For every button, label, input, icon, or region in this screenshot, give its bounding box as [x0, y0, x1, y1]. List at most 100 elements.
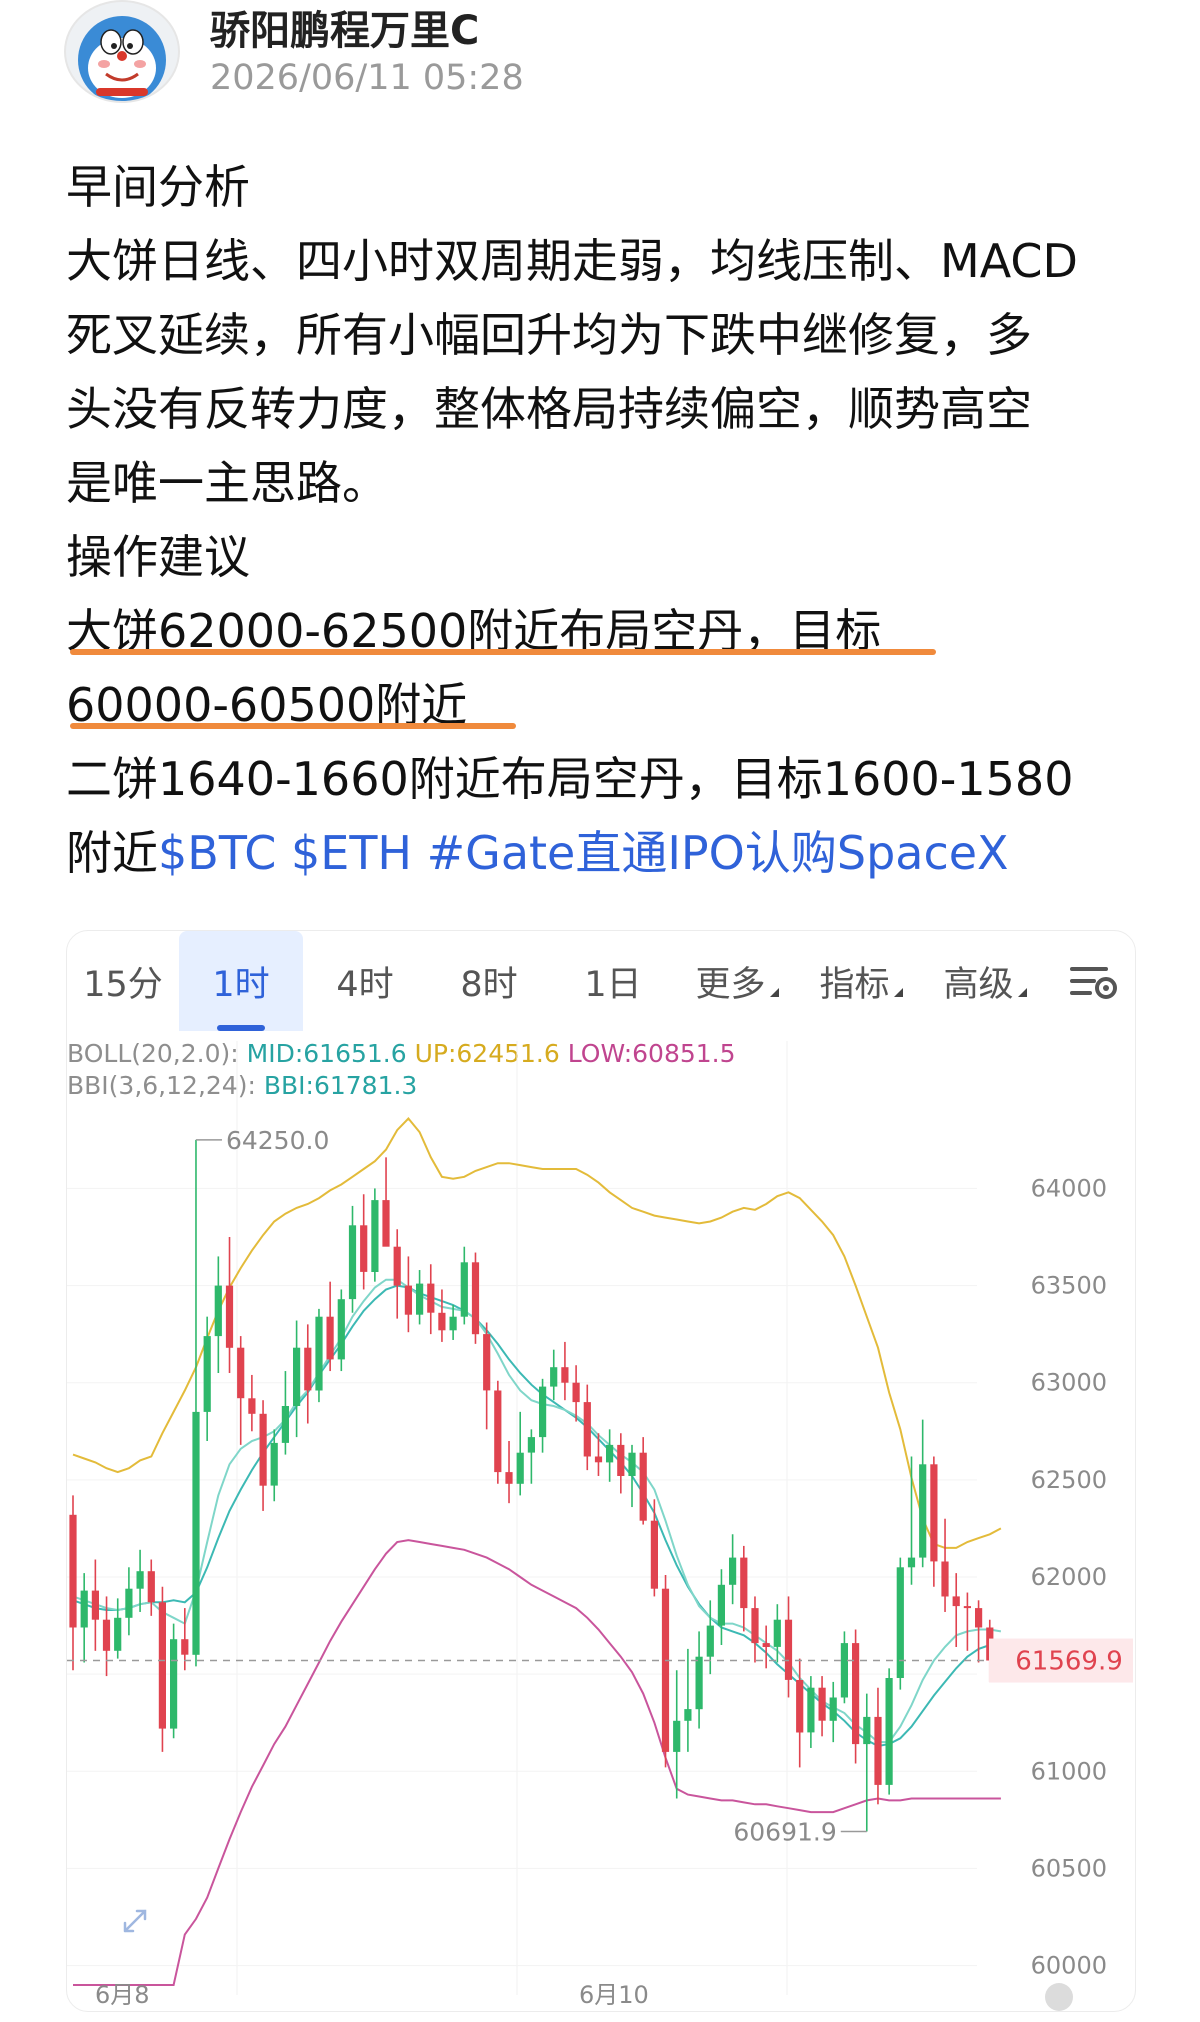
low-marker-label: 60691.9	[733, 1818, 836, 1847]
candle-body	[762, 1643, 770, 1647]
candle-body	[650, 1520, 658, 1589]
bbi-line	[72, 1278, 1002, 1744]
candle-body	[740, 1557, 748, 1609]
candle-body	[170, 1639, 178, 1729]
post-line: 头没有反转力度，整体格局持续偏空，顺势高空	[66, 382, 1032, 436]
candle-body	[102, 1619, 111, 1651]
candle-body	[784, 1619, 793, 1680]
y-tick-label: 61000	[1031, 1757, 1107, 1785]
y-tick-label: 60500	[1031, 1854, 1107, 1882]
candle-body	[427, 1283, 435, 1313]
candle-body	[505, 1472, 513, 1484]
boll-upper-line	[72, 1116, 1002, 1549]
candle-body	[840, 1643, 848, 1698]
candle-body	[158, 1602, 166, 1729]
candle-body	[270, 1442, 278, 1486]
candle-body	[863, 1716, 871, 1745]
candle-body	[550, 1367, 558, 1387]
candle-body	[360, 1225, 368, 1272]
candle-body	[572, 1382, 580, 1403]
post-line: 二饼1640-1660附近布局空丹，目标1600-1580	[66, 752, 1074, 806]
candle-body	[449, 1316, 457, 1331]
candle-body	[483, 1334, 491, 1391]
hashtag-btc[interactable]: $BTC	[158, 826, 276, 880]
candle-body	[125, 1588, 133, 1618]
candle-body	[661, 1588, 670, 1752]
author-name[interactable]: 骄阳鹏程万里C	[210, 0, 479, 56]
candle-body	[773, 1619, 781, 1647]
candle-body	[337, 1299, 345, 1360]
post-line: 大饼日线、四小时双周期走弱，均线压制、MACD	[66, 234, 1078, 288]
post-line: 是唯一主思路。	[66, 456, 388, 510]
candle-body	[896, 1567, 904, 1678]
candle-body	[460, 1262, 468, 1317]
candle-body	[348, 1225, 357, 1300]
post-line: 60000-60500附近	[66, 678, 468, 732]
candle-body	[706, 1625, 714, 1657]
candle-body	[807, 1687, 815, 1733]
candle-body	[438, 1312, 446, 1331]
candle-body	[181, 1639, 189, 1655]
candle-body	[941, 1561, 949, 1597]
candle-body	[583, 1402, 591, 1457]
expand-icon	[123, 1909, 147, 1933]
candle-body	[114, 1617, 122, 1651]
candle-body	[326, 1316, 334, 1360]
candle-body	[471, 1262, 480, 1335]
candle-body	[69, 1514, 77, 1628]
hashtag-gate-ipo[interactable]: #Gate直通IPO认购SpaceX	[427, 826, 1009, 880]
boll-mid-line	[72, 1284, 1001, 1748]
candlestick-chart[interactable]: 6000060500610006150062000625006300063500…	[67, 931, 1135, 2011]
highlight-underline	[70, 723, 516, 729]
candle-body	[259, 1413, 267, 1486]
candle-body	[192, 1411, 200, 1655]
post-text: 附近	[66, 826, 158, 880]
candle-body	[907, 1557, 916, 1568]
post-line: 早间分析	[66, 160, 250, 214]
candle-body	[80, 1590, 88, 1628]
post-body: 早间分析 大饼日线、四小时双周期走弱，均线压制、MACD 死叉延续，所有小幅回升…	[66, 150, 1156, 890]
candle-body	[136, 1571, 144, 1589]
hashtag-eth[interactable]: $ETH	[291, 826, 412, 880]
y-tick-label: 63000	[1031, 1369, 1107, 1397]
post-timestamp: 2026/06/11 05:28	[210, 58, 524, 98]
candle-body	[885, 1678, 893, 1785]
candle-body	[852, 1643, 860, 1745]
y-tick-label: 60000	[1031, 1952, 1107, 1980]
current-price-label: 61569.9	[1015, 1647, 1123, 1677]
candle-body	[639, 1452, 647, 1521]
candle-body	[561, 1367, 569, 1383]
high-marker-label: 64250.0	[226, 1126, 329, 1155]
watermark-logo	[1045, 1983, 1073, 2011]
candle-body	[147, 1571, 155, 1603]
candle-body	[371, 1200, 379, 1272]
candle-body	[293, 1347, 301, 1406]
candle-body	[527, 1437, 535, 1453]
candle-body	[91, 1590, 99, 1620]
candle-body	[606, 1444, 614, 1463]
candle-body	[617, 1444, 625, 1476]
doraemon-avatar-icon	[78, 16, 166, 101]
candle-body	[203, 1336, 211, 1412]
kline-chart-card: 15分 1时 4时 8时 1日 更多 指标 高级 BOLL(20,2.0): M…	[66, 930, 1136, 2012]
candle-body	[281, 1406, 289, 1443]
candle-body	[729, 1557, 737, 1585]
avatar[interactable]	[64, 0, 180, 103]
candle-body	[975, 1608, 983, 1628]
boll-lower-line	[73, 1539, 1001, 1986]
candle-body	[818, 1687, 826, 1721]
candle-body	[919, 1464, 927, 1558]
y-tick-label: 64000	[1031, 1174, 1107, 1202]
y-tick-label: 62000	[1031, 1563, 1107, 1591]
candle-body	[404, 1285, 412, 1315]
candle-body	[315, 1316, 323, 1391]
candle-body	[393, 1246, 401, 1286]
candle-body	[516, 1452, 524, 1484]
candle-body	[494, 1390, 502, 1473]
post-line: 大饼62000-62500附近布局空丹，目标	[66, 604, 882, 658]
candle-body	[874, 1716, 882, 1785]
candle-body	[237, 1347, 245, 1399]
x-tick-label: 6月8	[95, 1981, 150, 2009]
candle-body	[304, 1347, 312, 1391]
candle-body	[539, 1386, 547, 1438]
